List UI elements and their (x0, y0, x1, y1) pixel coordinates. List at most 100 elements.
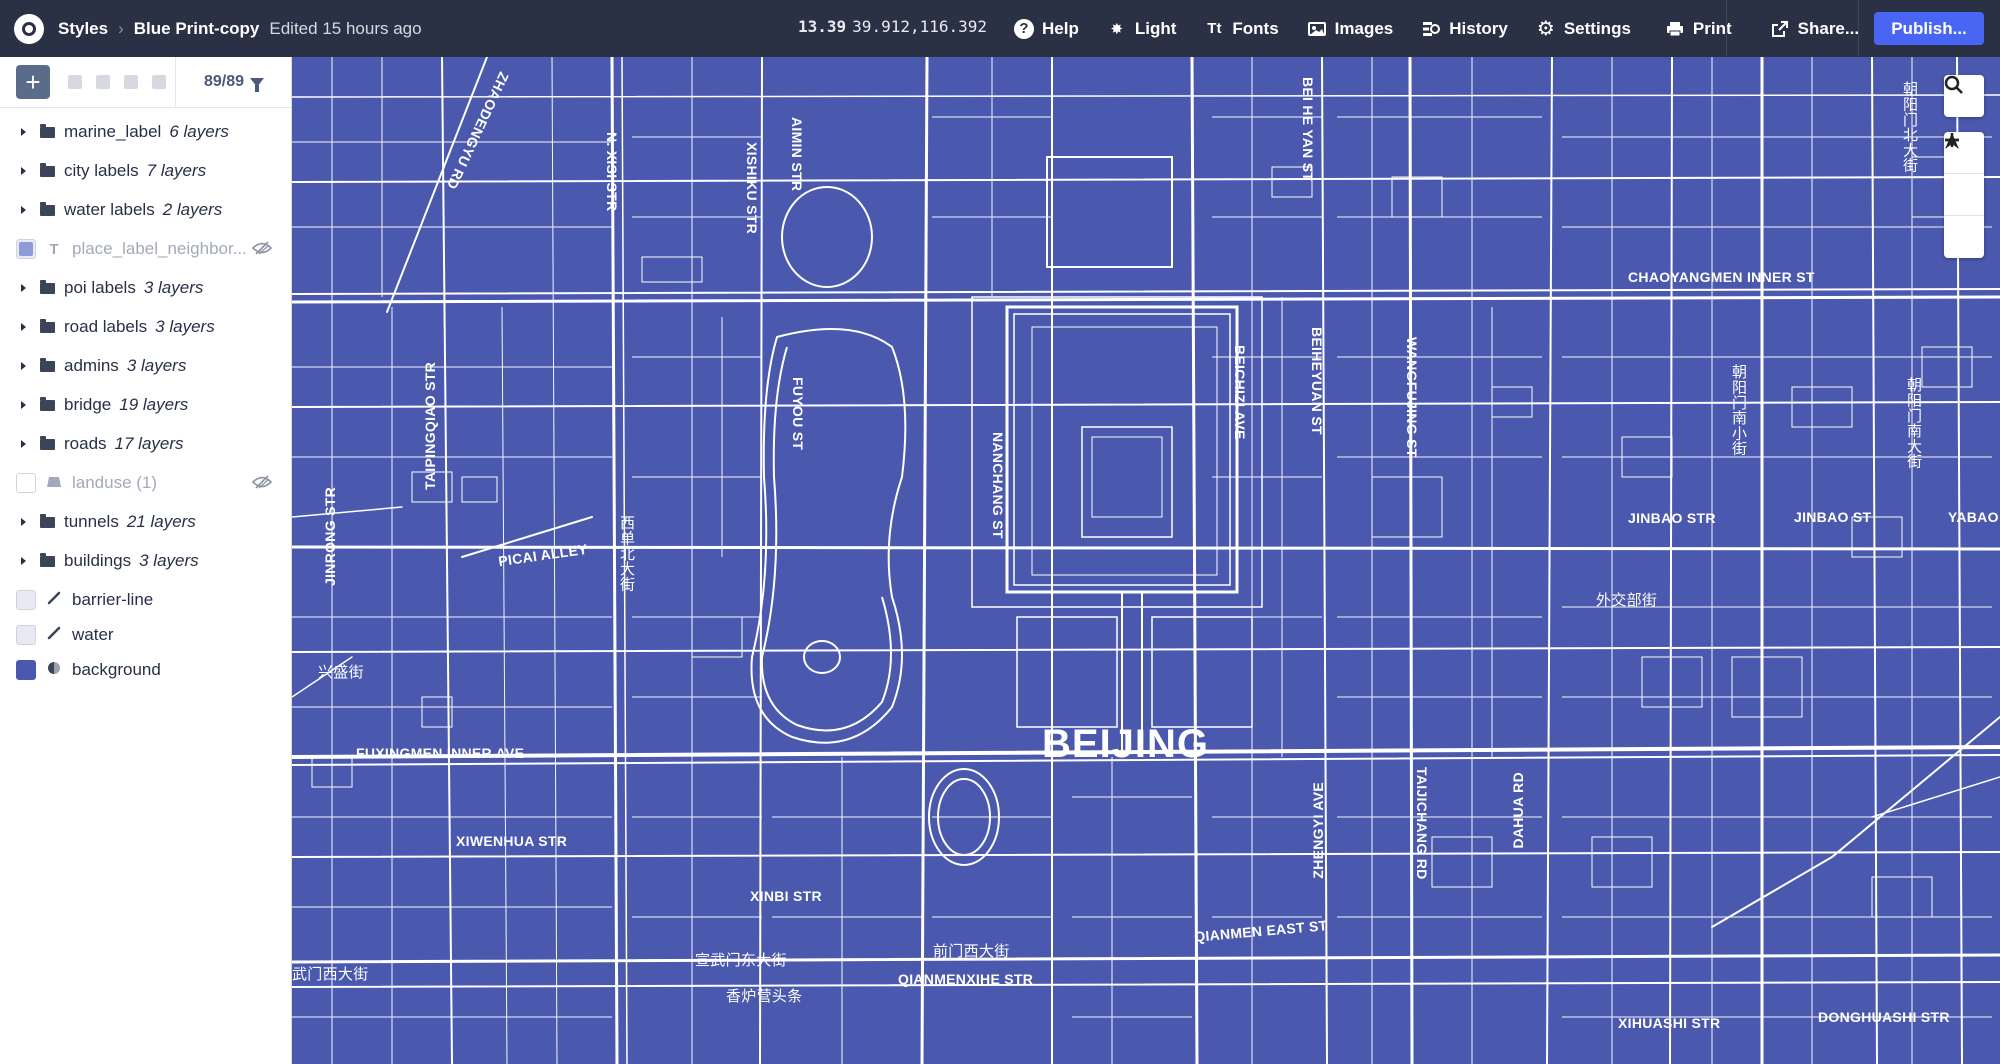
layer-group-admins[interactable]: admins 3 layers (0, 351, 292, 381)
studio-logo-icon[interactable] (14, 13, 44, 44)
fonts-label: Fonts (1232, 18, 1279, 38)
share-button[interactable]: Share... (1770, 19, 1859, 39)
layer-group-bridge[interactable]: bridge 19 layers (0, 390, 292, 420)
light-label: Light (1134, 18, 1177, 38)
caret-right-icon[interactable] (21, 440, 26, 448)
map-label: TAIJICHANG RD (1414, 767, 1430, 880)
layer-background[interactable]: background (0, 655, 292, 685)
folder-icon (40, 396, 55, 411)
map-canvas[interactable]: ZHAODENGYU RD N. XISI STR XISHIKU STR AI… (292, 57, 2000, 1064)
layer-color-swatch (16, 660, 36, 680)
fonts-icon: Tt (1207, 20, 1222, 37)
map-label: DONGHUASHI STR (1818, 1009, 1950, 1025)
layer-name: poi labels (64, 278, 136, 297)
layer-count-badge: 21 layers (126, 512, 196, 531)
help-icon: ? (1014, 18, 1034, 39)
layer-group-tunnels[interactable]: tunnels 21 layers (0, 507, 292, 537)
publish-button[interactable]: Publish... (1874, 12, 1984, 45)
layer-group-road-labels[interactable]: road labels 3 layers (0, 312, 292, 342)
history-button[interactable]: History (1421, 19, 1508, 39)
settings-label: Settings (1563, 18, 1631, 38)
layer-color-swatch (16, 239, 36, 259)
history-icon (1421, 19, 1441, 39)
layer-name: road labels (64, 317, 148, 336)
folder-icon (40, 552, 55, 567)
map-search-control (1944, 75, 1984, 117)
map-label: 外交部街 (1596, 591, 1658, 609)
layer-group-marine-label[interactable]: marine_label 6 layers (0, 117, 292, 147)
eye-off-icon[interactable] (251, 474, 273, 490)
caret-right-icon[interactable] (21, 518, 26, 526)
folder-icon (40, 435, 55, 450)
zoom-out-button[interactable] (1944, 138, 1984, 216)
map-label: WANGFUJING ST (1404, 337, 1420, 458)
map-label: 西单北大街 (618, 515, 636, 592)
group-icon[interactable] (96, 75, 110, 89)
map-label: AIMIN STR (789, 117, 805, 192)
map-zoom-controls (1944, 132, 1984, 258)
caret-right-icon[interactable] (21, 284, 26, 292)
style-name[interactable]: Blue Print-copy (134, 19, 260, 39)
layer-group-water-labels[interactable]: water labels 2 layers (0, 195, 292, 225)
map-label: JINRONG STR (322, 487, 338, 586)
help-button[interactable]: ? Help (1014, 18, 1079, 39)
add-layer-button[interactable]: + (16, 65, 50, 99)
line-layer-icon (46, 591, 62, 609)
settings-button[interactable]: ⚙ Settings (1536, 18, 1631, 40)
layer-name: water labels (64, 200, 155, 219)
breadcrumb-styles[interactable]: Styles (58, 19, 108, 39)
layer-filter-button[interactable]: 89/89 (204, 73, 265, 92)
caret-right-icon[interactable] (21, 362, 26, 370)
layer-count: 89/89 (204, 73, 245, 90)
map-label: XIWENHUA STR (456, 833, 568, 849)
duplicate-icon[interactable] (68, 75, 82, 89)
layer-group-buildings[interactable]: buildings 3 layers (0, 546, 292, 576)
layer-name: landuse (1) (72, 473, 158, 492)
layer-group-roads[interactable]: roads 17 layers (0, 429, 292, 459)
light-button[interactable]: ✸ Light (1107, 19, 1177, 39)
layer-name: buildings (64, 551, 132, 570)
help-label: Help (1042, 18, 1079, 38)
layer-place-label-neighbor[interactable]: T place_label_neighbor... (0, 234, 292, 264)
layer-group-poi-labels[interactable]: poi labels 3 layers (0, 273, 292, 303)
caret-right-icon[interactable] (21, 206, 26, 214)
layer-water[interactable]: water (0, 620, 292, 650)
layer-count-badge: 7 layers (146, 161, 207, 180)
map-label: XINBI STR (750, 888, 822, 904)
layer-name: barrier-line (72, 590, 154, 609)
caret-right-icon[interactable] (21, 557, 26, 565)
delete-icon[interactable] (152, 75, 166, 89)
folder-icon (40, 513, 55, 528)
map-label: 兴盛街 (318, 663, 364, 681)
layers-panel: + 89/89 marine_label 6 layers city label… (0, 57, 292, 1064)
layer-landuse[interactable]: landuse (1) (0, 468, 292, 498)
images-button[interactable]: Images (1307, 19, 1393, 39)
chevron-right-icon: › (118, 18, 124, 38)
map-label: 宣武门东大街 (695, 951, 787, 969)
caret-right-icon[interactable] (21, 128, 26, 136)
caret-right-icon[interactable] (21, 401, 26, 409)
fill-layer-icon (46, 475, 62, 492)
print-button[interactable]: Print (1665, 19, 1732, 39)
layer-group-city-labels[interactable]: city labels 7 layers (0, 156, 292, 186)
coordinates: 39.912,116.392 (852, 17, 988, 36)
caret-right-icon[interactable] (21, 323, 26, 331)
map-label: 朝阳门北大街 (1901, 81, 1919, 173)
toolbar-divider (1858, 0, 1859, 57)
layer-barrier-line[interactable]: barrier-line (0, 585, 292, 615)
compass-button[interactable] (1944, 133, 1984, 258)
share-icon (1770, 19, 1790, 39)
search-button[interactable] (1944, 75, 1984, 117)
layer-name: admins (64, 356, 119, 375)
fonts-button[interactable]: Tt Fonts (1204, 19, 1278, 39)
layer-name: place_label_neighbor... (72, 239, 247, 258)
map-label: FUXINGMEN INNER AVE (356, 745, 525, 761)
top-bar: Styles › Blue Print-copy Edited 15 hours… (0, 0, 2000, 57)
layer-count-badge: 3 layers (126, 356, 187, 375)
image-icon (1307, 19, 1327, 39)
hide-icon[interactable] (124, 75, 138, 89)
caret-right-icon[interactable] (21, 167, 26, 175)
zoom-coordinates-readout: 13.39 39.912,116.392 (798, 17, 987, 36)
map-label: NANCHANG ST (990, 432, 1006, 539)
eye-off-icon[interactable] (251, 240, 273, 256)
